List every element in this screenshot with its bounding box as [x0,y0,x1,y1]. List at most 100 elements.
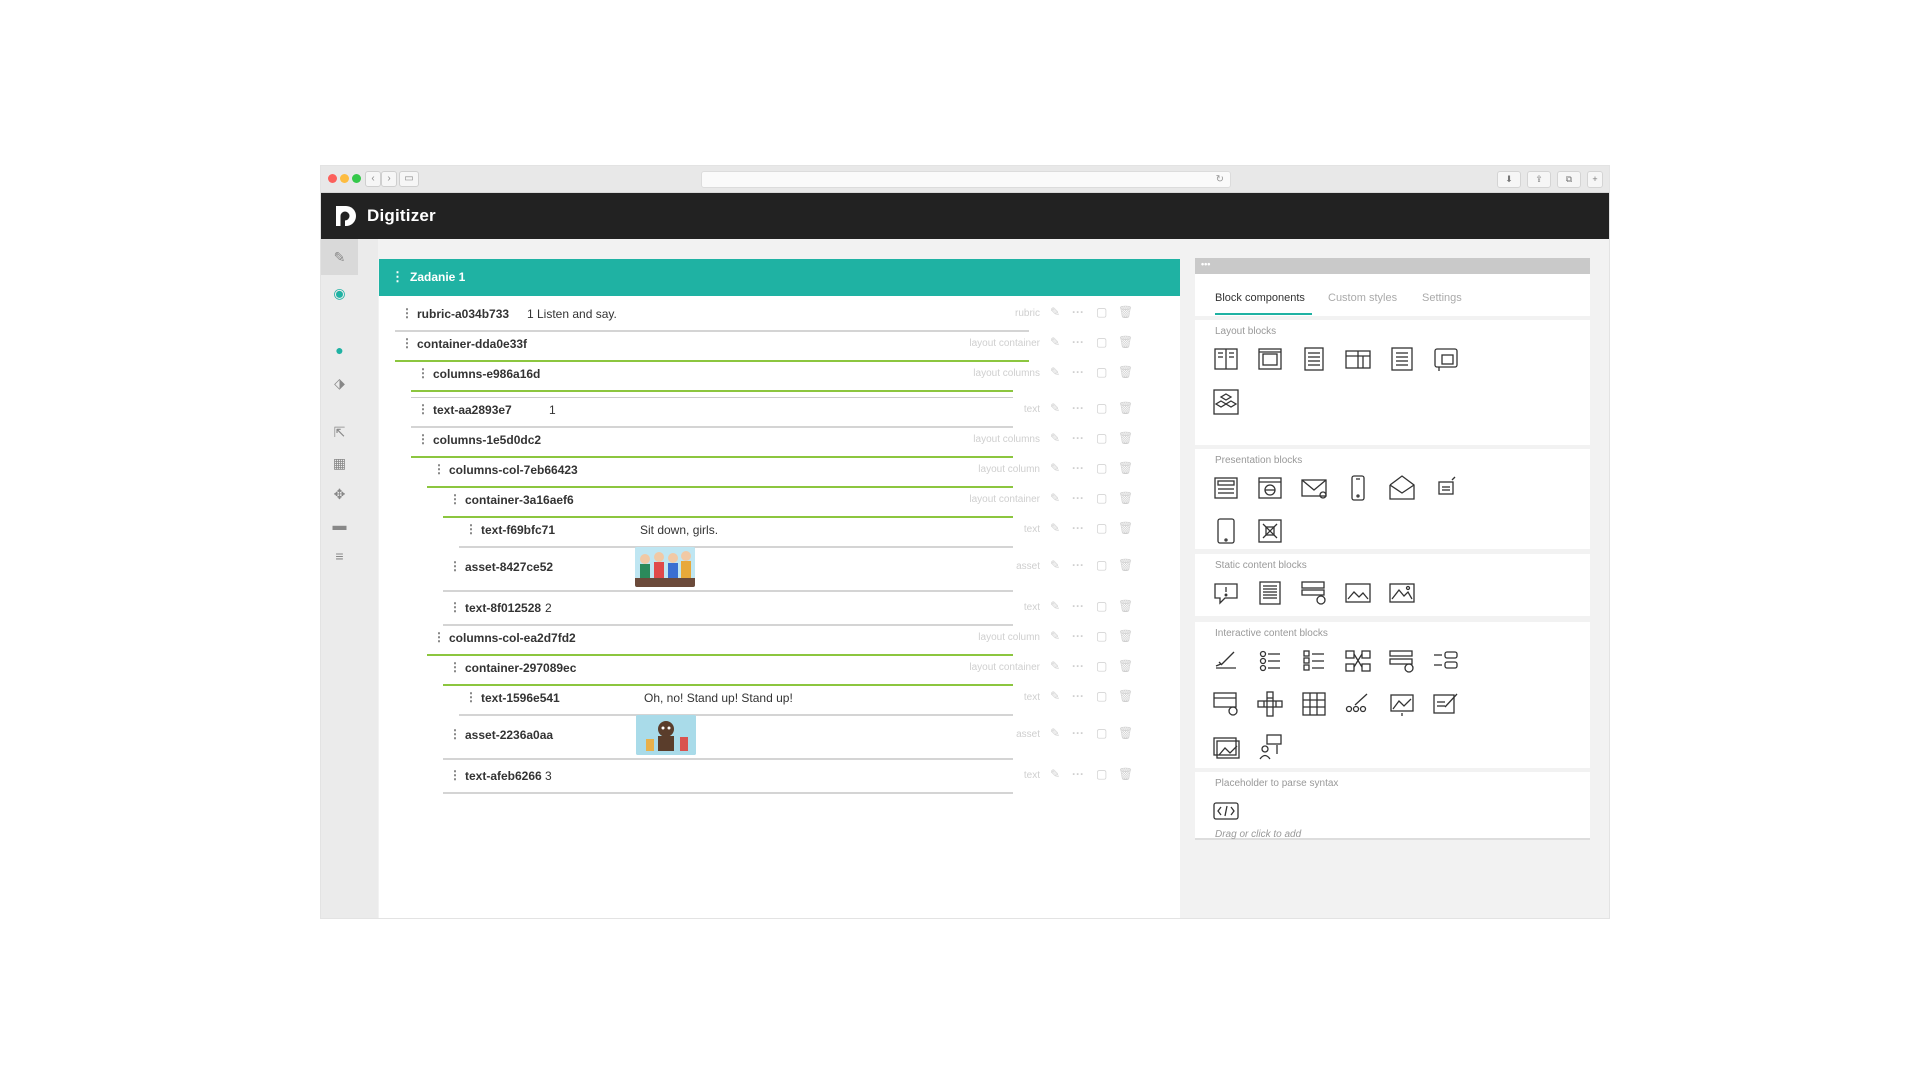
edit-pencil-icon[interactable]: ✎ [1050,401,1060,415]
two-columns-icon[interactable] [1211,344,1241,374]
list-layout-icon[interactable] [1387,344,1417,374]
duplicate-icon[interactable]: ▢ [1096,726,1107,740]
drag-handle-icon[interactable]: ⋮ [433,462,445,476]
drag-handle-icon[interactable]: ⋮ [433,630,445,644]
delete-trash-icon[interactable]: 🗑 [1118,335,1133,349]
drag-handle-icon[interactable]: ⋮ [417,432,429,446]
speech-bubble-icon[interactable] [1211,578,1241,608]
duplicate-icon[interactable]: ▢ [1096,767,1107,781]
page-icon[interactable] [1299,344,1329,374]
forward-button[interactable]: › [381,171,397,187]
more-options-icon[interactable]: ··· [1072,431,1084,445]
delete-trash-icon[interactable]: 🗑 [1118,629,1133,643]
edit-pencil-icon[interactable]: ✎ [1050,431,1060,445]
code-icon[interactable] [1211,796,1241,826]
delete-trash-icon[interactable]: 🗑 [1118,558,1133,572]
delete-trash-icon[interactable]: 🗑 [1118,767,1133,781]
grid-icon[interactable] [1299,689,1329,719]
delete-trash-icon[interactable]: 🗑 [1118,431,1133,445]
duplicate-icon[interactable]: ▢ [1096,461,1107,475]
matching-icon[interactable] [1343,646,1373,676]
minimize-window-button[interactable] [340,174,349,183]
more-options-icon[interactable]: ··· [1072,521,1084,535]
duplicate-icon[interactable]: ▢ [1096,558,1107,572]
duplicate-icon[interactable]: ▢ [1096,629,1107,643]
edit-pencil-icon[interactable]: ✎ [1050,558,1060,572]
more-options-icon[interactable]: ··· [1072,365,1084,379]
delete-trash-icon[interactable]: 🗑 [1118,461,1133,475]
delete-trash-icon[interactable]: 🗑 [1118,491,1133,505]
duplicate-icon[interactable]: ▢ [1096,659,1107,673]
delete-trash-icon[interactable]: 🗑 [1118,659,1133,673]
edit-pencil-icon[interactable]: ✎ [1050,767,1060,781]
writing-icon[interactable] [1431,689,1461,719]
duplicate-icon[interactable]: ▢ [1096,491,1107,505]
pattern-icon[interactable] [1255,516,1285,546]
reload-icon[interactable]: ↻ [1216,172,1224,187]
delete-trash-icon[interactable]: 🗑 [1118,365,1133,379]
open-envelope-icon[interactable] [1387,473,1417,503]
edit-pencil-icon[interactable]: ✎ [1050,521,1060,535]
edit-pencil-icon[interactable]: ✎ [1050,599,1060,613]
more-options-icon[interactable]: ··· [1072,689,1084,703]
web-page-icon[interactable] [1255,473,1285,503]
drag-handle-icon[interactable]: ⋮ [449,600,461,614]
duplicate-icon[interactable]: ▢ [1096,401,1107,415]
more-options-icon[interactable]: ··· [1072,401,1084,415]
speaking-icon[interactable] [1255,732,1285,762]
sequence-icon[interactable] [1211,689,1241,719]
delete-trash-icon[interactable]: 🗑 [1118,305,1133,319]
edit-pencil-icon[interactable]: ✎ [1050,461,1060,475]
panel-menu-dots[interactable]: ••• [1201,259,1210,269]
tab-custom-styles[interactable]: Custom styles [1328,292,1397,304]
more-options-icon[interactable]: ··· [1072,599,1084,613]
container-icon[interactable] [1255,344,1285,374]
task-header[interactable]: ⋮ Zadanie 1 [379,259,1180,296]
image-select-icon[interactable] [1387,689,1417,719]
zoom-window-button[interactable] [352,174,361,183]
drag-handle-icon[interactable]: ⋮ [401,336,413,350]
phone-icon[interactable] [1343,473,1373,503]
theme-drop-icon[interactable]: ● [321,332,358,368]
connect-dots-icon[interactable] [1343,689,1373,719]
drag-handle-icon[interactable]: ⋮ [391,269,404,285]
drag-handle-icon[interactable]: ⋮ [449,660,461,674]
more-options-icon[interactable]: ··· [1072,335,1084,349]
drag-handle-icon[interactable]: ⋮ [465,522,477,536]
image-icon[interactable] [1343,578,1373,608]
image-alt-icon[interactable] [1387,578,1417,608]
drag-handle-icon[interactable]: ⋮ [449,559,461,573]
multiple-choice-icon[interactable] [1299,646,1329,676]
delete-trash-icon[interactable]: 🗑 [1118,401,1133,415]
drag-handle-icon[interactable]: ⋮ [449,492,461,506]
table-layout-icon[interactable] [1343,344,1373,374]
back-button[interactable]: ‹ [365,171,381,187]
edit-pencil-icon[interactable]: ✎ [321,239,358,275]
drag-drop-icon[interactable] [1387,646,1417,676]
duplicate-icon[interactable]: ▢ [1096,335,1107,349]
more-options-icon[interactable]: ··· [1072,558,1084,572]
single-choice-icon[interactable] [1255,646,1285,676]
close-window-button[interactable] [328,174,337,183]
drag-handle-icon[interactable]: ⋮ [449,768,461,782]
edit-pencil-icon[interactable]: ✎ [1050,305,1060,319]
duplicate-icon[interactable]: ▢ [1096,305,1107,319]
duplicate-icon[interactable]: ▢ [1096,431,1107,445]
delete-trash-icon[interactable]: 🗑 [1118,521,1133,535]
delete-trash-icon[interactable]: 🗑 [1118,726,1133,740]
address-bar[interactable]: ↻ [701,171,1231,188]
tab-block-components[interactable]: Block components [1215,292,1305,304]
newspaper-icon[interactable] [1211,473,1241,503]
edit-pencil-icon[interactable]: ✎ [1050,689,1060,703]
drag-handle-icon[interactable]: ⋮ [417,402,429,416]
edit-pencil-icon[interactable]: ✎ [1050,491,1060,505]
tree-row[interactable]: ⋮ columns-e986a16d layout columns ✎ ··· ▢ … [411,356,1180,398]
drag-handle-icon[interactable]: ⋮ [449,727,461,741]
more-options-icon[interactable]: ··· [1072,461,1084,475]
cubes-icon[interactable] [1211,387,1241,417]
delete-trash-icon[interactable]: 🗑 [1118,599,1133,613]
slideshow-icon[interactable] [1299,578,1329,608]
download-icon[interactable]: ⬇ [1497,171,1521,188]
tree-row[interactable]: ⋮ text-afeb6266 3 text ✎ ··· ▢ 🗑 [443,758,1180,794]
gallery-icon[interactable] [1211,732,1241,762]
